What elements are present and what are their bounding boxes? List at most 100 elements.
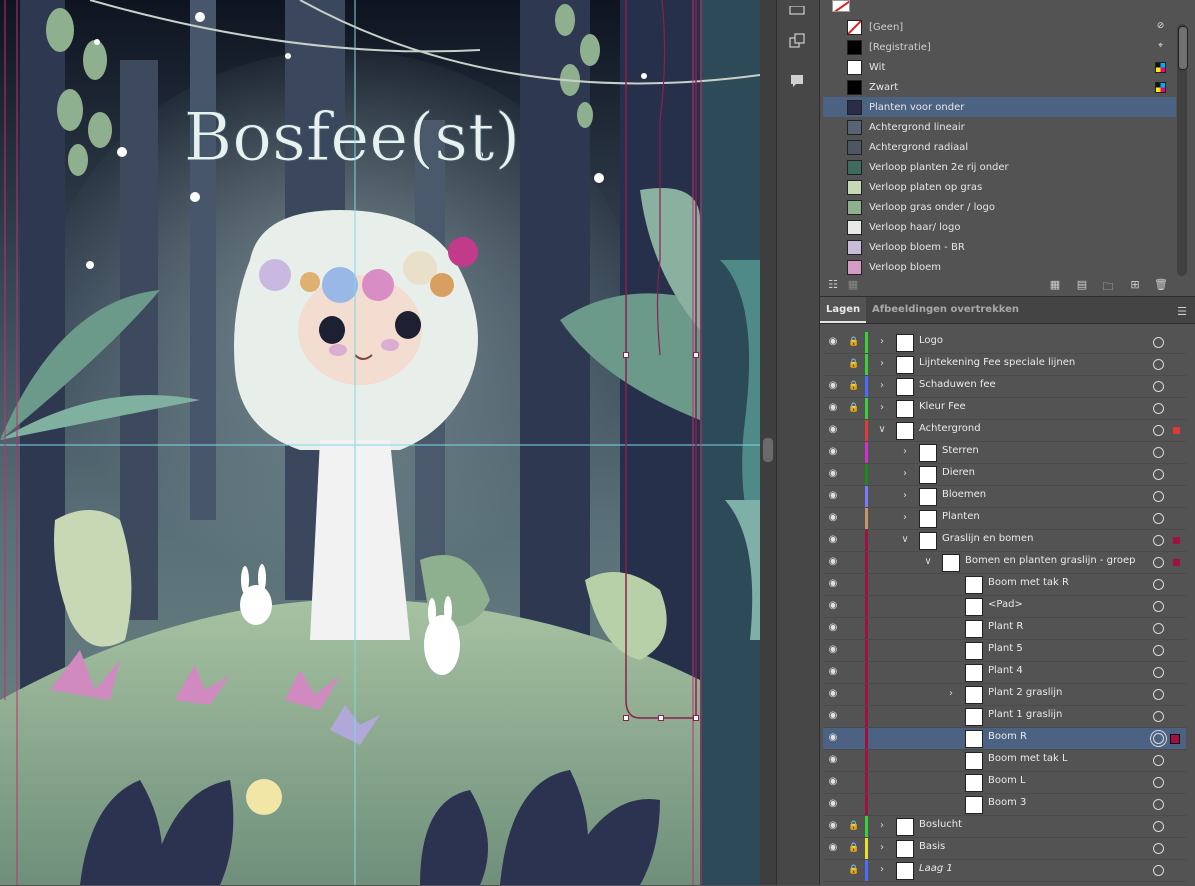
target-circle-icon[interactable] [1153,557,1164,568]
swatch-row[interactable]: [Geen] ⊘ [823,17,1176,37]
visibility-eye-icon[interactable]: ◉ [827,490,839,502]
target-circle-icon[interactable] [1153,667,1164,678]
target-circle-icon[interactable] [1153,469,1164,480]
visibility-eye-icon[interactable]: ◉ [827,622,839,634]
lock-icon[interactable] [848,512,860,524]
lock-icon[interactable] [848,600,860,612]
artboards-icon[interactable] [786,30,808,52]
visibility-eye-icon[interactable]: ◉ [827,754,839,766]
target-circle-icon[interactable] [1153,689,1164,700]
layer-row[interactable]: ◉ Boom L [823,772,1186,794]
target-circle-icon[interactable] [1153,843,1164,854]
chevron-right-icon[interactable]: › [877,820,887,832]
layer-row[interactable]: ◉ › Planten [823,508,1186,530]
layer-row[interactable]: ◉ Plant 1 graslijn [823,706,1186,728]
swatch-row[interactable]: [Registratie] ⌖ [823,37,1176,57]
lock-icon[interactable] [848,776,860,788]
lock-icon[interactable] [848,798,860,810]
layer-row[interactable]: ◉ 🔒 › Boslucht [823,816,1186,838]
lock-icon[interactable]: 🔒 [848,842,860,854]
layer-row[interactable]: ◉ › Dieren [823,464,1186,486]
lock-icon[interactable] [848,578,860,590]
lock-icon[interactable] [848,468,860,480]
visibility-eye-icon[interactable]: ◉ [827,710,839,722]
lock-icon[interactable] [848,732,860,744]
target-circle-icon[interactable] [1153,403,1164,414]
swatch-row[interactable]: Zwart [823,77,1176,97]
visibility-eye-icon[interactable]: ◉ [827,798,839,810]
visibility-eye-icon[interactable]: ◉ [827,336,839,348]
new-color-group-icon[interactable]: ▤ [1075,278,1089,291]
target-circle-icon[interactable] [1153,579,1164,590]
layer-row[interactable]: ◉ ∨ Achtergrond [823,420,1186,442]
swatch-row[interactable]: Planten voor onder [823,97,1176,117]
target-circle-icon[interactable] [1153,755,1164,766]
chevron-right-icon[interactable]: › [877,380,887,392]
selection-indicator[interactable] [1170,734,1180,744]
lock-icon[interactable] [848,556,860,568]
visibility-eye-icon[interactable]: ◉ [827,732,839,744]
target-circle-icon[interactable] [1153,513,1164,524]
layer-row[interactable]: ◉ ∨ Bomen en planten graslijn - groep [823,552,1186,574]
chevron-right-icon[interactable]: › [900,468,910,480]
layers-panel-icon[interactable] [786,0,808,22]
comments-icon[interactable] [786,70,808,92]
target-circle-icon[interactable] [1153,711,1164,722]
selection-indicator[interactable] [1173,537,1180,544]
panel-menu-icon[interactable]: ☰ [1177,305,1187,318]
target-circle-icon[interactable] [1153,337,1164,348]
layer-row[interactable]: 🔒 › Lijntekening Fee speciale lijnen [823,354,1186,376]
swatch-row[interactable]: Achtergrond lineair [823,117,1176,137]
chevron-right-icon[interactable]: › [877,402,887,414]
visibility-eye-icon[interactable]: ◉ [827,820,839,832]
layer-row[interactable]: ◉ 🔒 › Schaduwen fee [823,376,1186,398]
chevron-right-icon[interactable]: › [877,336,887,348]
chevron-down-icon[interactable]: ∨ [877,424,887,436]
lock-icon[interactable] [848,710,860,722]
visibility-eye-icon[interactable]: ◉ [827,446,839,458]
lock-icon[interactable]: 🔒 [848,402,860,414]
visibility-eye-icon[interactable] [827,358,839,370]
chevron-down-icon[interactable]: ∨ [923,556,933,568]
visibility-eye-icon[interactable]: ◉ [827,534,839,546]
lock-icon[interactable]: 🔒 [848,380,860,392]
visibility-eye-icon[interactable]: ◉ [827,600,839,612]
lock-icon[interactable] [848,688,860,700]
lock-icon[interactable] [848,534,860,546]
lock-icon[interactable] [848,424,860,436]
visibility-eye-icon[interactable]: ◉ [827,556,839,568]
layer-row[interactable]: ◉ Plant 5 [823,640,1186,662]
visibility-eye-icon[interactable]: ◉ [827,402,839,414]
target-circle-icon[interactable] [1153,381,1164,392]
swatch-row[interactable]: Verloop planten 2e rij onder [823,157,1176,177]
visibility-eye-icon[interactable]: ◉ [827,644,839,656]
layer-row[interactable]: ◉ Plant R [823,618,1186,640]
layer-row[interactable]: ◉ <Pad> [823,596,1186,618]
layer-row[interactable]: ◉ 🔒 › Basis [823,838,1186,860]
target-circle-icon[interactable] [1153,777,1164,788]
visibility-eye-icon[interactable]: ◉ [827,468,839,480]
lock-icon[interactable] [848,490,860,502]
target-circle-icon[interactable] [1153,865,1164,876]
visibility-eye-icon[interactable]: ◉ [827,688,839,700]
lock-icon[interactable]: 🔒 [848,358,860,370]
folder-icon[interactable]: 🗀 [1101,278,1115,297]
swatch-row[interactable]: Verloop platen op gras [823,177,1176,197]
lock-icon[interactable] [848,754,860,766]
document-canvas[interactable]: Bosfee(st) [0,0,760,885]
show-kinds-icon[interactable]: ▦ [846,278,860,291]
swatch-row[interactable]: Achtergrond radiaal [823,137,1176,157]
layer-row[interactable]: ◉ ∨ Graslijn en bomen [823,530,1186,552]
swatch-row[interactable]: Verloop bloem [823,257,1176,277]
layer-row[interactable]: ◉ Boom 3 [823,794,1186,816]
layer-row[interactable]: ◉ Plant 4 [823,662,1186,684]
visibility-eye-icon[interactable]: ◉ [827,380,839,392]
visibility-eye-icon[interactable]: ◉ [827,842,839,854]
new-swatch-icon[interactable]: ⊞ [1128,278,1142,291]
fill-stroke-proxy[interactable] [832,0,850,12]
layer-row[interactable]: ◉ 🔒 › Kleur Fee [823,398,1186,420]
layer-row[interactable]: ◉ › Sterren [823,442,1186,464]
chevron-down-icon[interactable]: ∨ [900,534,910,546]
tab-lagen[interactable]: Lagen [820,297,867,323]
selection-indicator[interactable] [1173,559,1180,566]
